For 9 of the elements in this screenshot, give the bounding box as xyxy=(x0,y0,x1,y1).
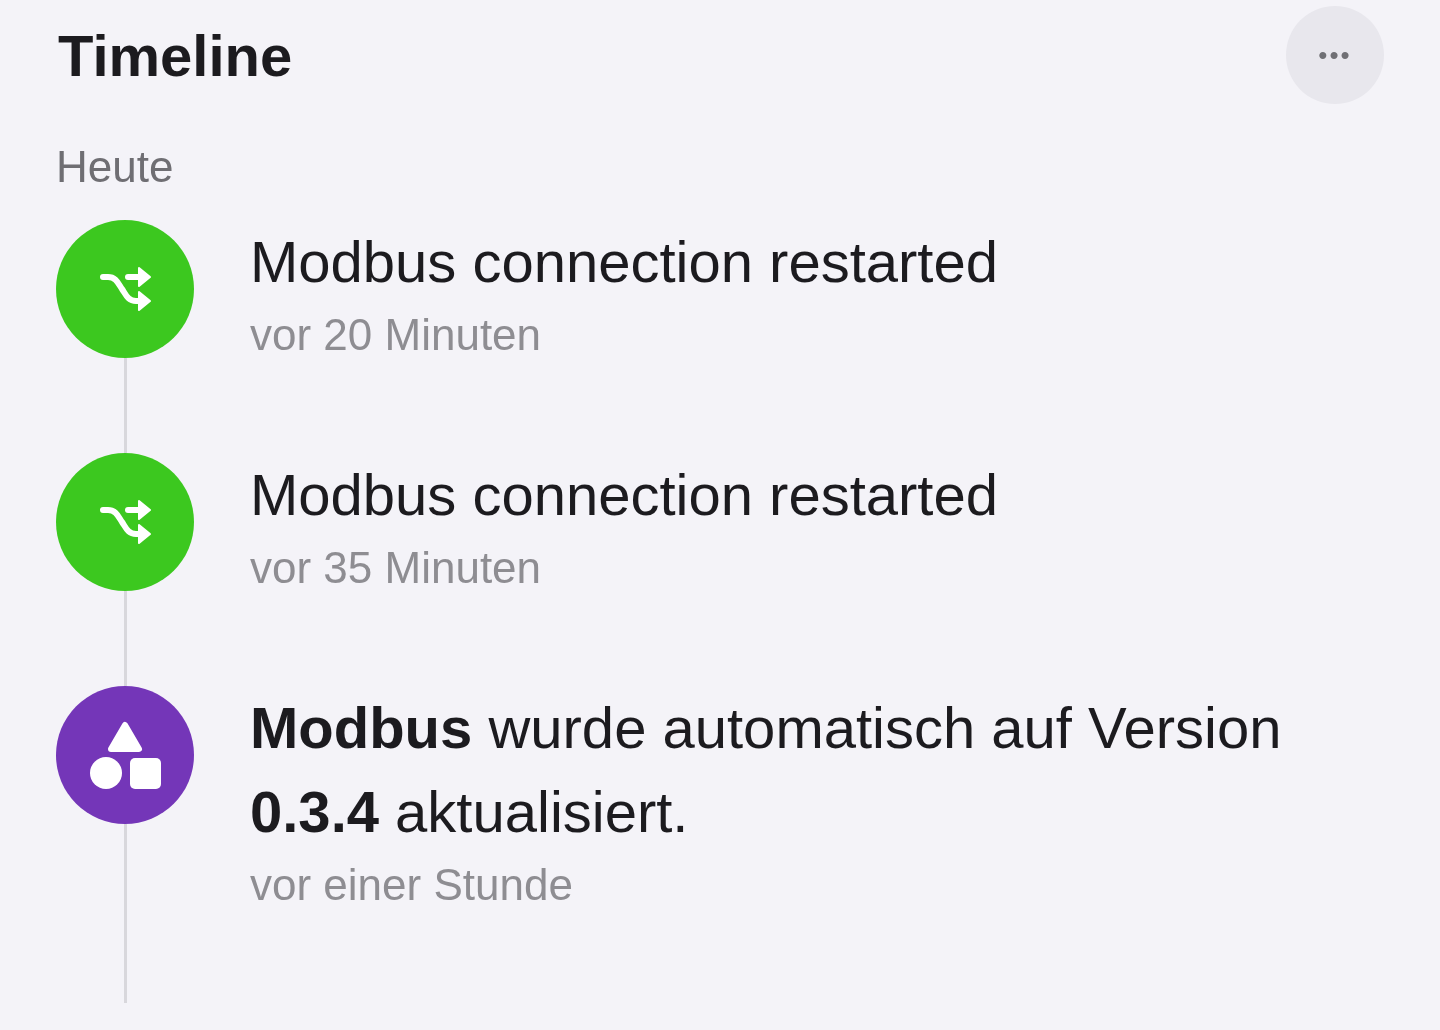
event-title: Modbus wurde automatisch auf Version 0.3.4 aktualisiert. xyxy=(250,694,1283,846)
event-time: vor 35 Minuten xyxy=(250,542,543,594)
event-time: vor einer Stunde xyxy=(250,859,574,911)
date-heading: Heute xyxy=(56,142,175,192)
event-title: Modbus connection restarted xyxy=(250,228,998,296)
event-title: Modbus connection restarted xyxy=(250,461,998,529)
more-options-button[interactable]: ••• xyxy=(1286,6,1384,104)
page-title: Timeline xyxy=(58,21,293,89)
event-time: vor 20 Minuten xyxy=(250,309,543,361)
